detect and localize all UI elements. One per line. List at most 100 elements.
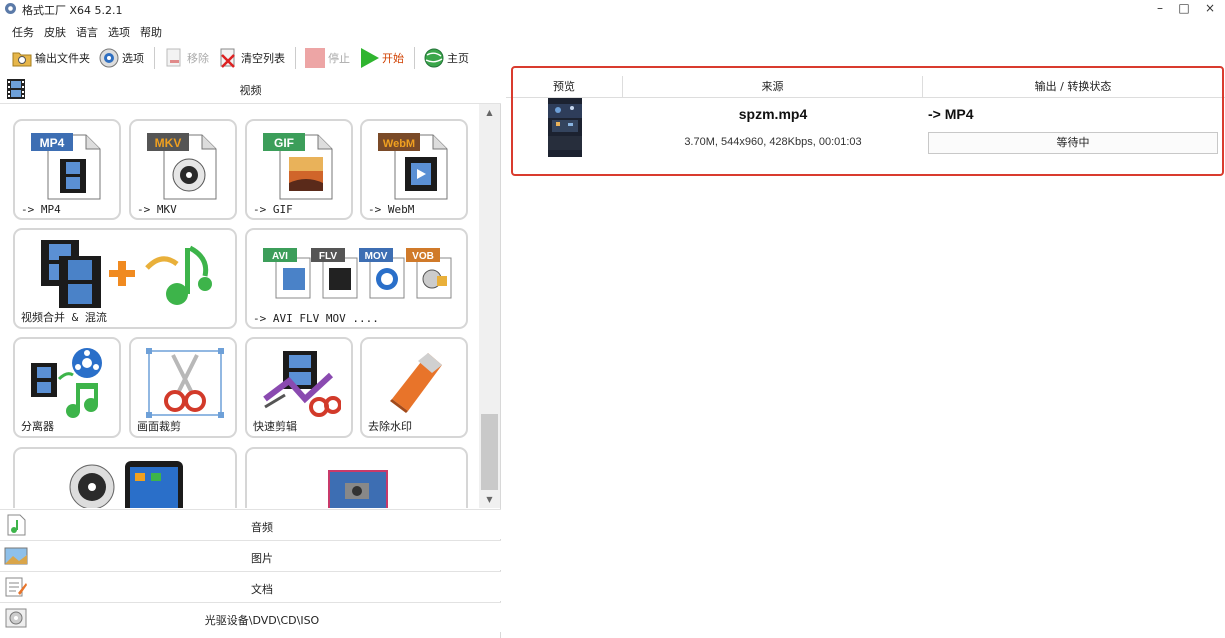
quick-clip-icon	[263, 351, 341, 417]
app-icon	[5, 3, 16, 14]
maximize-button[interactable]: □	[1172, 0, 1196, 18]
folder-icon	[12, 52, 32, 67]
tile-to-mp4[interactable]: MP4 -> MP4	[13, 119, 121, 220]
toolbar-divider	[414, 47, 415, 69]
tool-grid-scrollbar[interactable]: ▲ ▼	[479, 104, 500, 508]
category-panel: 视频 MP4 -> MP4 MKV -> MKV GIF -> GIF WebM…	[0, 74, 501, 638]
toolbar-divider	[154, 47, 155, 69]
task-row[interactable]: spzm.mp4 3.70M, 544x960, 428Kbps, 00:01:…	[506, 98, 1225, 160]
menu-help[interactable]: 帮助	[136, 22, 166, 40]
tile-to-mp4-label: -> MP4	[21, 203, 61, 216]
conversion-status: 等待中	[928, 132, 1218, 154]
start-label: 开始	[382, 52, 404, 65]
tile-merge-video[interactable]: 视频合并 & 混流	[13, 228, 237, 329]
task-list: 预览 来源 输出 / 转换状态 spzm.mp4 3.70M, 544x960,…	[506, 74, 1225, 638]
mp4-badge: MP4	[40, 136, 65, 150]
menu-task[interactable]: 任务	[8, 22, 38, 40]
category-document-label: 文档	[251, 583, 273, 596]
crop-icon	[146, 348, 224, 418]
minimize-button[interactable]: –	[1148, 0, 1172, 18]
stop-button[interactable]: 停止	[301, 45, 353, 71]
tile-to-gif-label: -> GIF	[253, 203, 293, 216]
output-folder-label: 输出文件夹	[35, 52, 90, 65]
options-label: 选项	[122, 52, 144, 65]
menu-skin[interactable]: 皮肤	[40, 22, 70, 40]
splitter-icon	[31, 348, 102, 418]
toolbar: 输出文件夹 选项 移除 清空列表 停止 开始 主页	[0, 44, 500, 72]
mp4-file-icon: MP4	[31, 133, 101, 200]
menu-language[interactable]: 语言	[72, 22, 102, 40]
source-file-info: 3.70M, 544x960, 428Kbps, 00:01:03	[684, 136, 862, 148]
output-folder-button[interactable]: 输出文件夹	[8, 45, 93, 71]
thumbnail-image	[548, 98, 582, 157]
scroll-thumb[interactable]	[481, 414, 498, 490]
tile-crop[interactable]: 画面裁剪	[129, 337, 237, 438]
menu-bar: 任务 皮肤 语言 选项 帮助	[0, 22, 168, 40]
category-image[interactable]: 图片	[0, 540, 501, 570]
tile-screen-record[interactable]	[245, 447, 468, 508]
category-image-label: 图片	[251, 552, 273, 565]
category-disc-label: 光驱设备\DVD\CD\ISO	[204, 614, 320, 627]
category-document[interactable]: 文档	[0, 571, 501, 601]
avi-badge: AVI	[272, 251, 288, 262]
tile-quick-clip-label: 快速剪辑	[253, 420, 297, 433]
mkv-file-icon: MKV	[147, 133, 217, 200]
mov-badge: MOV	[365, 251, 388, 262]
home-button[interactable]: 主页	[420, 45, 472, 71]
webm-file-icon: WebM	[378, 133, 448, 200]
tile-to-gif[interactable]: GIF -> GIF	[245, 119, 353, 220]
category-disc[interactable]: 光驱设备\DVD\CD\ISO	[0, 602, 501, 632]
tile-splitter-label: 分离器	[21, 420, 54, 433]
home-label: 主页	[447, 52, 469, 65]
task-list-header: 预览 来源 输出 / 转换状态	[506, 76, 1225, 98]
title-bar: 格式工厂 X64 5.2.1 – □ ×	[0, 0, 1225, 18]
screen-recorder-icon	[328, 470, 388, 508]
tile-crop-label: 画面裁剪	[137, 420, 181, 433]
flv-badge: FLV	[319, 251, 337, 262]
source-filename: spzm.mp4	[738, 106, 808, 122]
video-thumbnail	[548, 98, 582, 157]
tile-splitter[interactable]: 分离器	[13, 337, 121, 438]
column-header-preview[interactable]: 预览	[506, 76, 623, 98]
tile-device[interactable]	[13, 447, 237, 508]
gif-badge: GIF	[274, 136, 294, 150]
scroll-up-button[interactable]: ▲	[479, 104, 500, 121]
category-audio[interactable]: 音频	[0, 509, 501, 539]
column-header-output[interactable]: 输出 / 转换状态	[923, 76, 1223, 98]
multi-format-icon: AVI FLV MOV VOB	[263, 248, 452, 299]
tile-to-mkv[interactable]: MKV -> MKV	[129, 119, 237, 220]
output-format: -> MP4	[928, 106, 974, 122]
column-header-source[interactable]: 来源	[623, 76, 923, 98]
clear-list-label: 清空列表	[241, 52, 285, 65]
window-title: 格式工厂 X64 5.2.1	[22, 4, 123, 17]
clear-list-icon	[220, 48, 235, 68]
start-button[interactable]: 开始	[355, 45, 407, 71]
menu-options[interactable]: 选项	[104, 22, 134, 40]
play-icon	[361, 48, 379, 68]
tile-merge-video-label: 视频合并 & 混流	[21, 311, 107, 324]
tile-quick-clip[interactable]: 快速剪辑	[245, 337, 353, 438]
tile-remove-watermark[interactable]: 去除水印	[360, 337, 468, 438]
close-button[interactable]: ×	[1198, 0, 1222, 18]
tile-to-mkv-label: -> MKV	[137, 203, 177, 216]
category-video-label: 视频	[239, 84, 262, 97]
tile-to-webm-label: -> WebM	[368, 203, 415, 216]
scroll-down-button[interactable]: ▼	[479, 491, 500, 508]
tile-remove-watermark-label: 去除水印	[368, 420, 412, 433]
tile-to-avi-flv-mov[interactable]: AVI FLV MOV VOB -> AVI FLV MOV ....	[245, 228, 468, 329]
remove-icon	[166, 48, 181, 67]
options-button[interactable]: 选项	[95, 45, 147, 71]
globe-icon	[424, 48, 444, 68]
merge-icon	[41, 240, 212, 308]
webm-badge: WebM	[383, 138, 415, 150]
vob-badge: VOB	[412, 251, 434, 262]
remove-button[interactable]: 移除	[160, 45, 212, 71]
clear-list-button[interactable]: 清空列表	[214, 45, 288, 71]
tile-to-webm[interactable]: WebM -> WebM	[360, 119, 468, 220]
toolbar-divider	[295, 47, 296, 69]
device-icon	[69, 461, 183, 508]
stop-icon	[305, 48, 325, 68]
category-audio-label: 音频	[251, 521, 273, 534]
category-video[interactable]: 视频	[0, 74, 501, 104]
video-tool-grid: MP4 -> MP4 MKV -> MKV GIF -> GIF WebM ->…	[0, 104, 478, 508]
